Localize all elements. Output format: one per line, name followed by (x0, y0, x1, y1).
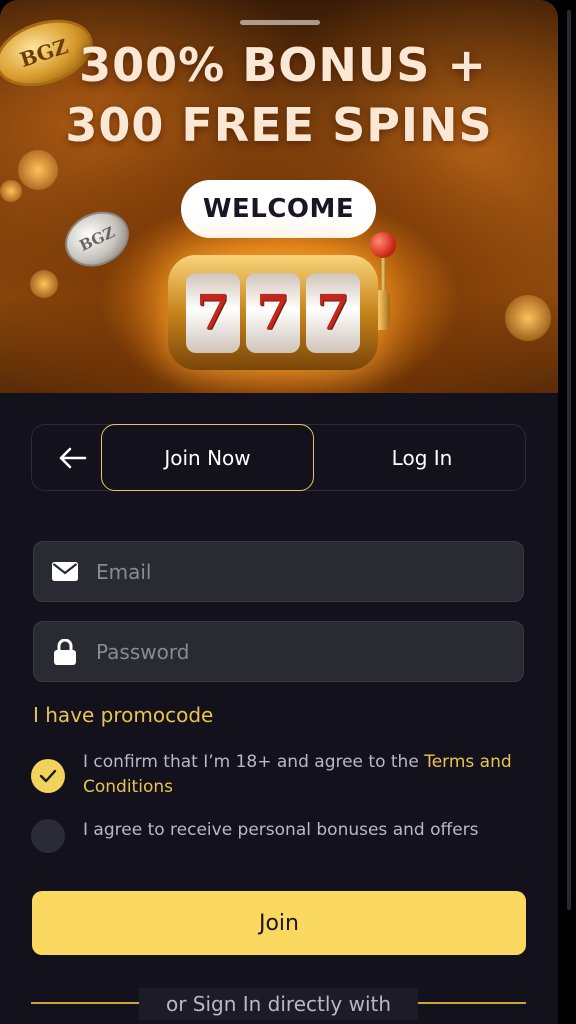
promocode-link[interactable]: I have promocode (33, 703, 213, 727)
age-consent-text: I confirm that I’m 18+ and agree to the … (83, 750, 533, 800)
auth-tabs: Join Now Log In (31, 424, 526, 491)
slot-lever-knob (370, 232, 396, 258)
banner-headline-line2: 300 FREE SPINS (65, 98, 493, 152)
back-button[interactable] (42, 435, 102, 481)
welcome-badge: WELCOME (181, 180, 376, 238)
spark-decoration (30, 270, 58, 298)
slot-machine-icon: 7 7 7 (168, 255, 378, 370)
email-field[interactable] (33, 541, 524, 602)
silver-coin-icon: BGZ (56, 201, 138, 277)
password-field[interactable] (33, 621, 524, 682)
password-input[interactable] (96, 639, 523, 664)
bonus-consent-checkbox[interactable] (31, 819, 65, 853)
signup-sheet: BGZ BGZ 300% BONUS + 300 FREE SPINS WELC… (0, 0, 558, 1024)
divider-line (31, 1002, 139, 1004)
spark-decoration (18, 150, 58, 190)
divider-line (418, 1002, 526, 1004)
age-consent-label: I confirm that I’m 18+ and agree to the (83, 752, 425, 772)
slot-reel: 7 (246, 273, 300, 353)
age-consent-checkbox[interactable] (31, 759, 65, 793)
slot-reel: 7 (306, 273, 360, 353)
social-signin-divider: or Sign In directly with (139, 988, 418, 1020)
sheet-grabber[interactable] (240, 20, 320, 25)
banner-headline-line1: 300% BONUS + (79, 38, 487, 92)
lock-icon (34, 638, 96, 665)
scrollbar[interactable] (567, 10, 571, 910)
tab-log-in[interactable]: Log In (317, 424, 527, 491)
tab-join-now[interactable]: Join Now (101, 424, 314, 491)
join-button[interactable]: Join (32, 891, 526, 955)
envelope-icon (34, 562, 96, 581)
promo-banner: BGZ BGZ 300% BONUS + 300 FREE SPINS WELC… (0, 0, 558, 393)
slot-reel: 7 (186, 273, 240, 353)
spark-decoration (505, 295, 551, 341)
email-input[interactable] (96, 559, 523, 584)
coin-text: BGZ (76, 223, 118, 255)
spark-decoration (0, 180, 22, 202)
arrow-left-icon (59, 447, 87, 469)
bonus-consent-label: I agree to receive personal bonuses and … (83, 820, 479, 840)
checkmark-icon (39, 769, 57, 783)
